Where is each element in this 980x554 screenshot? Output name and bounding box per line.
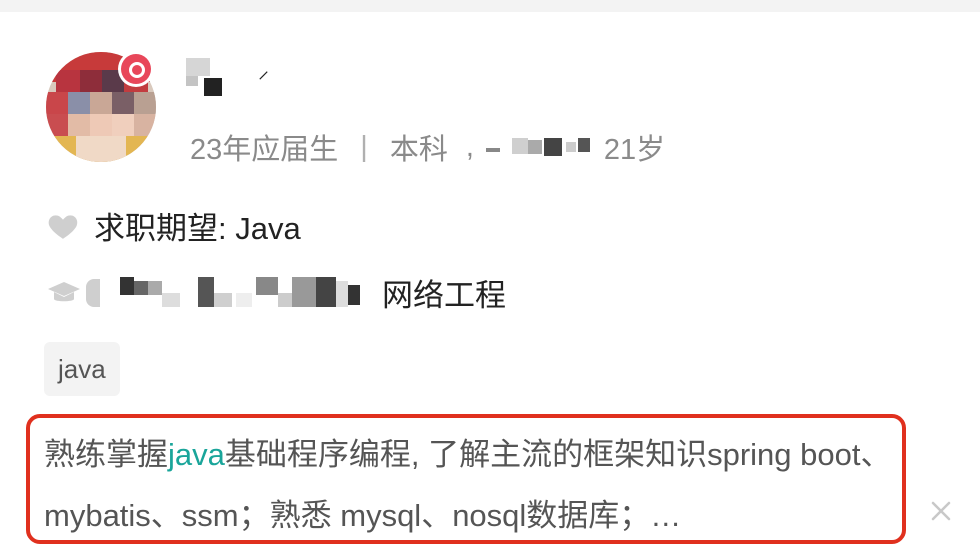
close-icon[interactable] (926, 496, 956, 526)
skill-tag[interactable]: java (44, 342, 120, 396)
description-highlight: java (168, 437, 225, 472)
school-redacted (86, 271, 376, 315)
age: 21岁 (603, 134, 666, 166)
heart-icon (48, 214, 78, 239)
meta-redacted (485, 132, 596, 162)
description[interactable]: 熟练掌握java基础程序编程, 了解主流的框架知识spring boot、myb… (44, 424, 894, 546)
education-row: 网络工程 (46, 270, 506, 315)
name-redacted (186, 58, 246, 98)
job-expectation-row: 求职期望: Java (46, 203, 301, 248)
meta-comma: , (465, 130, 474, 163)
avatar-badge (118, 51, 154, 87)
meta-line: 23年应届生 | 本科 , 21岁 (190, 126, 665, 168)
badge-icon (121, 54, 151, 84)
meta-separator: | (360, 130, 368, 163)
grad-year: 23年应届生 (190, 134, 339, 166)
top-bar (0, 0, 980, 12)
description-part1: 熟练掌握 (44, 437, 168, 472)
job-expectation: 求职期望: Java (94, 211, 301, 246)
major: 网络工程 (382, 278, 506, 313)
degree: 本科 (389, 134, 448, 166)
graduation-cap-icon (48, 281, 80, 301)
name-mark: ⸍ (258, 67, 270, 92)
